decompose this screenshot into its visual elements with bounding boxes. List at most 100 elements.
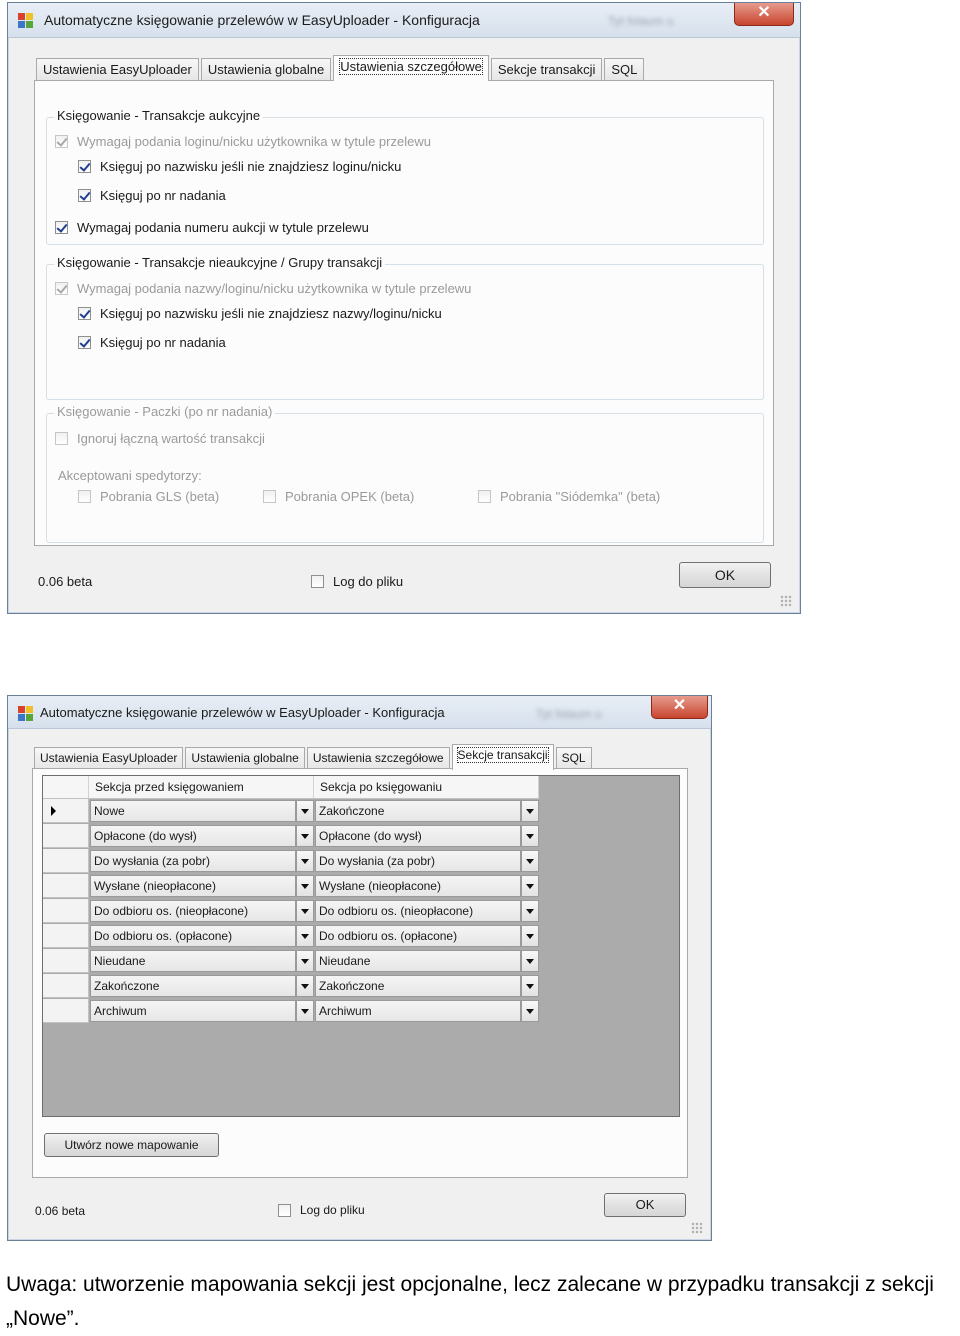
checkbox-box[interactable]: [55, 432, 68, 445]
table-row[interactable]: Wysłane (nieopłacone) Wysłane (nieopłacon…: [43, 874, 539, 899]
tab-ustawienia-globalne[interactable]: Ustawienia globalne: [200, 58, 332, 80]
tab-sekcje-transakcji[interactable]: Sekcje transakcji: [490, 58, 603, 80]
chevron-down-icon[interactable]: [521, 925, 539, 947]
row-header[interactable]: [43, 849, 89, 873]
row-header-current[interactable]: [43, 799, 89, 823]
checkbox-box[interactable]: [55, 135, 68, 148]
section-after-select[interactable]: Do odbioru os. (opłacone): [315, 925, 521, 947]
table-row[interactable]: Nieudane Nieudane: [43, 949, 539, 974]
chevron-down-icon[interactable]: [296, 925, 314, 947]
chevron-down-icon[interactable]: [296, 1000, 314, 1022]
resize-grip[interactable]: [780, 595, 792, 607]
chevron-down-icon[interactable]: [296, 875, 314, 897]
checkbox-pobrania-gls[interactable]: Pobrania GLS (beta): [78, 489, 219, 504]
row-header[interactable]: [43, 824, 89, 848]
checkbox-box[interactable]: [55, 282, 68, 295]
section-after-select[interactable]: Zakończone: [315, 800, 521, 822]
table-row[interactable]: Nowe Zakończone: [43, 799, 539, 824]
checkbox-ignoruj-laczna-wartosc[interactable]: Ignoruj łączną wartość transakcji: [55, 431, 265, 446]
table-row[interactable]: Opłacone (do wysł) Opłacone (do wysł): [43, 824, 539, 849]
column-header-after[interactable]: Sekcja po księgowaniu: [314, 776, 539, 798]
row-header[interactable]: [43, 924, 89, 948]
tab-ustawienia-globalne[interactable]: Ustawienia globalne: [185, 747, 305, 769]
close-button[interactable]: ✕: [734, 3, 794, 26]
checkbox-ksieguj-po-nr-nadania[interactable]: Księguj po nr nadania: [78, 188, 226, 203]
chevron-down-icon[interactable]: [521, 950, 539, 972]
checkbox-ksieguj-po-nazwisku[interactable]: Księguj po nazwisku jeśli nie znajdziesz…: [78, 159, 401, 174]
checkbox-box[interactable]: [78, 307, 91, 320]
chevron-down-icon[interactable]: [521, 900, 539, 922]
checkbox-box[interactable]: [278, 1203, 291, 1217]
chevron-down-icon[interactable]: [296, 800, 314, 822]
tab-ustawienia-szczegolowe[interactable]: Ustawienia szczegółowe: [333, 55, 489, 81]
chevron-down-icon[interactable]: [521, 850, 539, 872]
section-before-select[interactable]: Do odbioru os. (opłacone): [90, 925, 296, 947]
chevron-down-icon[interactable]: [521, 800, 539, 822]
section-before-select[interactable]: Opłacone (do wysł): [90, 825, 296, 847]
checkbox-box[interactable]: [78, 160, 91, 173]
ok-button[interactable]: OK: [604, 1193, 686, 1217]
row-header[interactable]: [43, 899, 89, 923]
mapping-grid[interactable]: Sekcja przed księgowaniem Sekcja po księ…: [42, 775, 680, 1117]
section-after-select[interactable]: Opłacone (do wysł): [315, 825, 521, 847]
table-row[interactable]: Archiwum Archiwum: [43, 999, 539, 1024]
chevron-down-icon[interactable]: [521, 825, 539, 847]
table-row[interactable]: Do odbioru os. (nieopłacone) Do odbioru o…: [43, 899, 539, 924]
chevron-down-icon[interactable]: [521, 875, 539, 897]
table-row[interactable]: Do wysłania (za pobr) Do wysłania (za pob…: [43, 849, 539, 874]
row-header[interactable]: [43, 949, 89, 973]
tab-sql[interactable]: SQL: [604, 58, 645, 80]
chevron-down-icon[interactable]: [296, 850, 314, 872]
table-row[interactable]: Zakończone Zakończone: [43, 974, 539, 999]
section-before-select[interactable]: Nowe: [90, 800, 296, 822]
section-before-select[interactable]: Do odbioru os. (nieopłacone): [90, 900, 296, 922]
chevron-down-icon[interactable]: [296, 975, 314, 997]
section-before-select[interactable]: Nieudane: [90, 950, 296, 972]
checkbox-wymagaj-numeru-aukcji[interactable]: Wymagaj podania numeru aukcji w tytule p…: [55, 220, 369, 235]
checkbox-wymagaj-loginu[interactable]: Wymagaj podania loginu/nicku użytkownika…: [55, 134, 431, 149]
section-after-select[interactable]: Zakończone: [315, 975, 521, 997]
checkbox-wymagaj-nazwy[interactable]: Wymagaj podania nazwy/loginu/nicku użytk…: [55, 281, 471, 296]
tab-ustawienia-easyuploader[interactable]: Ustawienia EasyUploader: [36, 58, 199, 80]
section-before-select[interactable]: Wysłane (nieopłacone): [90, 875, 296, 897]
chevron-down-icon[interactable]: [296, 825, 314, 847]
section-before-select[interactable]: Do wysłania (za pobr): [90, 850, 296, 872]
table-row[interactable]: Do odbioru os. (opłacone) Do odbioru os. …: [43, 924, 539, 949]
section-after-select[interactable]: Wysłane (nieopłacone): [315, 875, 521, 897]
checkbox-box[interactable]: [478, 490, 491, 503]
tab-sekcje-transakcji[interactable]: Sekcje transakcji: [451, 744, 554, 770]
section-after-select[interactable]: Nieudane: [315, 950, 521, 972]
checkbox-log-do-pliku[interactable]: Log do pliku: [311, 574, 403, 589]
column-header-before[interactable]: Sekcja przed księgowaniem: [89, 776, 314, 798]
section-after-select[interactable]: Archiwum: [315, 1000, 521, 1022]
ok-button[interactable]: OK: [679, 562, 771, 588]
checkbox-box[interactable]: [78, 336, 91, 349]
resize-grip[interactable]: [691, 1222, 703, 1234]
section-after-select[interactable]: Do odbioru os. (nieopłacone): [315, 900, 521, 922]
tab-ustawienia-szczegolowe[interactable]: Ustawienia szczegółowe: [306, 747, 450, 769]
chevron-down-icon[interactable]: [521, 975, 539, 997]
row-header[interactable]: [43, 874, 89, 898]
row-header[interactable]: [43, 999, 89, 1023]
checkbox-ksieguj-po-nazwisku-2[interactable]: Księguj po nazwisku jeśli nie znajdziesz…: [78, 306, 442, 321]
section-before-select[interactable]: Zakończone: [90, 975, 296, 997]
checkbox-box[interactable]: [78, 490, 91, 503]
section-after-select[interactable]: Do wysłania (za pobr): [315, 850, 521, 872]
checkbox-pobrania-opek[interactable]: Pobrania OPEK (beta): [263, 489, 414, 504]
checkbox-box[interactable]: [263, 490, 276, 503]
row-header[interactable]: [43, 974, 89, 998]
checkbox-box[interactable]: [55, 221, 68, 234]
checkbox-box[interactable]: [78, 189, 91, 202]
section-before-select[interactable]: Archiwum: [90, 1000, 296, 1022]
tab-sql[interactable]: SQL: [555, 747, 592, 769]
checkbox-log-do-pliku[interactable]: Log do pliku: [278, 1203, 365, 1217]
checkbox-pobrania-siodemka[interactable]: Pobrania "Siódemka" (beta): [478, 489, 660, 504]
chevron-down-icon[interactable]: [296, 950, 314, 972]
checkbox-box[interactable]: [311, 575, 324, 588]
chevron-down-icon[interactable]: [521, 1000, 539, 1022]
close-button[interactable]: ✕: [651, 696, 708, 719]
tab-ustawienia-easyuploader[interactable]: Ustawienia EasyUploader: [34, 747, 184, 769]
chevron-down-icon[interactable]: [296, 900, 314, 922]
new-mapping-button[interactable]: Utwórz nowe mapowanie: [44, 1133, 219, 1157]
checkbox-ksieguj-po-nr-nadania-2[interactable]: Księguj po nr nadania: [78, 335, 226, 350]
